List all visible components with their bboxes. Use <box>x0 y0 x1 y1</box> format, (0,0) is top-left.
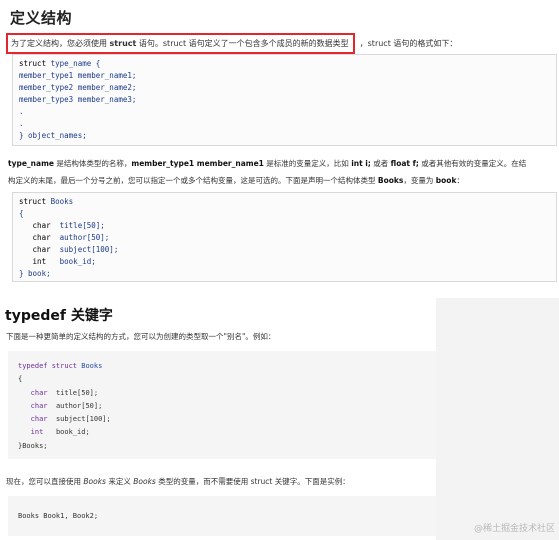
books-declaration-code-block: Books Book1, Book2; <box>8 496 436 536</box>
desc-text: 或者其他有效的变量定义。在结 <box>418 159 527 168</box>
code-line: struct type_name { <box>19 59 101 68</box>
desc-text: 是标准的变量定义，比如 <box>263 159 352 168</box>
code-line: struct Books <box>19 197 74 206</box>
term-book: book <box>435 176 457 185</box>
typedef-panel: typedef 关键字 下面是一种更简单的定义结构的方式，您可以为创建的类型取一… <box>0 298 436 540</box>
code-line: char subject[100]; <box>18 415 111 424</box>
term-member: member_type1 member_name1 <box>131 159 264 168</box>
code-line: { <box>19 209 24 218</box>
section-title-typedef: typedef 关键字 <box>5 308 113 324</box>
code-line: char title[50]; <box>18 388 99 397</box>
desc-text: 构定义的末尾，最后一个分号之前，您可以指定一个或多个结构变量，这是可选的。下面是… <box>8 176 378 185</box>
term-type-name: type_name <box>8 159 54 168</box>
usage-term: Books <box>83 477 106 486</box>
code-line: . <box>19 119 24 128</box>
code-line: char author[50]; <box>19 233 110 242</box>
code-line: typedef struct Books <box>18 362 103 370</box>
highlighted-sentence: 为了定义结构，您必须使用 struct 语句。struct 语句定义了一个包含多… <box>6 33 355 54</box>
usage-text: 来定义 <box>105 477 134 486</box>
code-line: member_type2 member_name2; <box>19 83 137 92</box>
description-line-2: 构定义的末尾，最后一个分号之前，您可以指定一个或多个结构变量，这是可选的。下面是… <box>8 172 559 189</box>
typedef-usage-paragraph: 现在，您可以直接使用 Books 来定义 Books 类型的变量，而不需要使用 … <box>6 476 350 487</box>
typedef-code-block: typedef struct Books { char title[50]; c… <box>8 351 436 459</box>
code-line: char author[50]; <box>18 401 103 410</box>
code-line: { <box>18 375 23 384</box>
desc-text: 是结构体类型的名称， <box>53 159 132 168</box>
section-title-define-struct: 定义结构 <box>10 9 73 27</box>
description-line-1: type_name 是结构体类型的名称，member_type1 member_… <box>8 155 559 172</box>
struct-syntax-code-block: struct type_name { member_type1 member_n… <box>12 54 557 146</box>
code-line: . <box>19 107 24 116</box>
desc-text: 或者 <box>370 159 391 168</box>
intro-paragraph: 为了定义结构，您必须使用 struct 语句。struct 语句定义了一个包含多… <box>6 33 457 54</box>
watermark: @稀土掘金技术社区 <box>473 524 555 534</box>
code-line: int book_id; <box>18 428 90 437</box>
intro-rest: ，struct 语句的格式如下： <box>359 39 458 48</box>
code-line: int book_id; <box>19 257 96 266</box>
code-line: } book; <box>19 269 51 278</box>
usage-text: 现在，您可以直接使用 <box>6 477 84 486</box>
books-struct-code-block: struct Books { char title[50]; char auth… <box>12 192 557 282</box>
struct-definition-panel: 定义结构 为了定义结构，您必须使用 struct 语句。struct 语句定义了… <box>0 0 559 298</box>
usage-text: 类型的变量，而不需要使用 struct 关键字。下面是实例： <box>155 477 350 486</box>
code-line: member_type1 member_name1; <box>19 71 137 80</box>
code-line: member_type3 member_name3; <box>19 95 137 104</box>
typedef-intro-paragraph: 下面是一种更简单的定义结构的方式，您可以为创建的类型取一个"别名"。例如： <box>6 332 276 341</box>
code-line: }Books; <box>18 441 48 450</box>
intro-keyword: struct <box>109 39 137 48</box>
intro-text-b: 语句。struct 语句定义了一个包含多个成员的新的数据类型 <box>136 39 349 48</box>
code-line: char subject[100]; <box>19 245 119 254</box>
intro-text-a: 为了定义结构，您必须使用 <box>11 39 110 48</box>
usage-term: Books <box>133 477 156 486</box>
term-books: Books <box>377 176 404 185</box>
code-line: } object_names; <box>19 131 87 140</box>
code-line: Books Book1, Book2; <box>18 512 99 520</box>
term-float: float f; <box>390 159 419 168</box>
term-int: int i; <box>351 159 371 168</box>
code-line: char title[50]; <box>19 221 105 230</box>
desc-text: ，变量为 <box>403 176 436 185</box>
struct-description: type_name 是结构体类型的名称，member_type1 member_… <box>8 155 559 189</box>
desc-text: ： <box>456 176 464 185</box>
